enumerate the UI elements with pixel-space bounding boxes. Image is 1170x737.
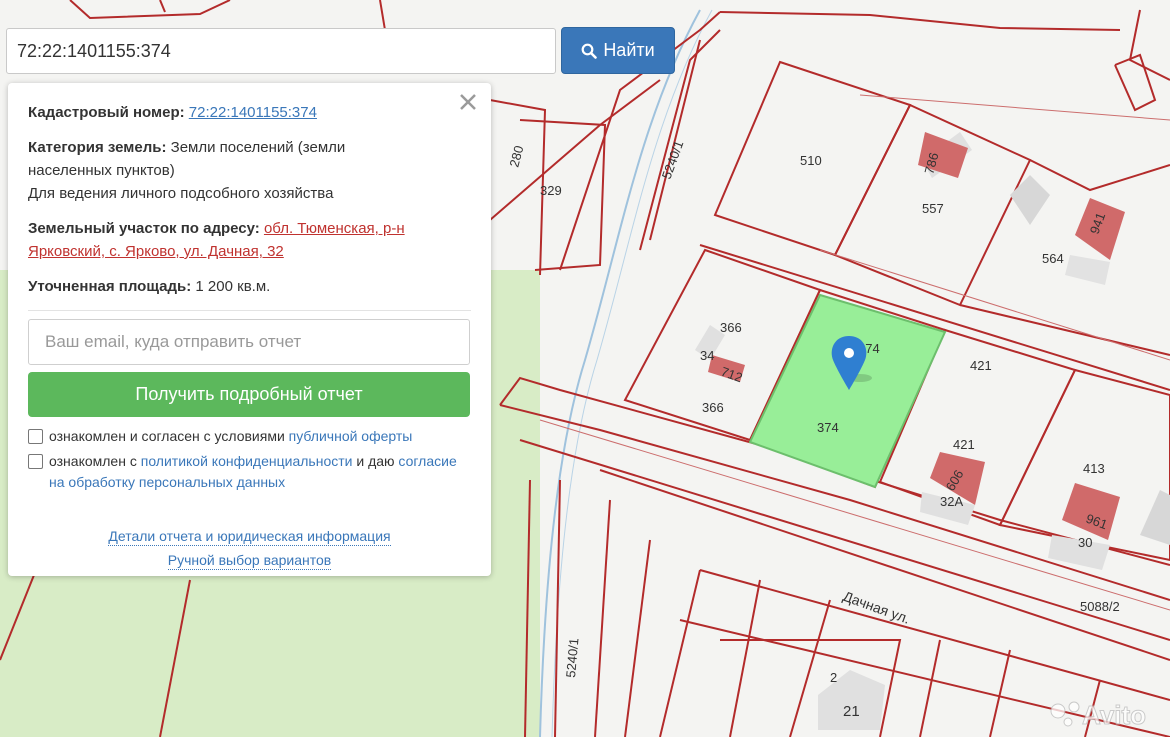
search-button-label: Найти bbox=[603, 40, 655, 60]
address-link-cont[interactable]: Ярковский, с. Ярково, ул. Дачная, 32 bbox=[28, 243, 284, 260]
cadastral-number-link[interactable]: 72:22:1401155:374 bbox=[189, 104, 317, 121]
manual-selection-link[interactable]: Ручной выбор вариантов bbox=[167, 551, 332, 570]
lot-label: 329 bbox=[540, 183, 562, 198]
area-value: 1 200 кв.м. bbox=[195, 278, 271, 295]
lot-label: 34 bbox=[700, 348, 714, 363]
close-icon[interactable] bbox=[457, 91, 479, 113]
parcel-info-panel: Кадастровый номер: 72:22:1401155:374 Кат… bbox=[8, 83, 491, 576]
land-category-row: Категория земель: Земли поселений (земли… bbox=[28, 136, 471, 205]
privacy-policy-link[interactable]: политикой конфиденциальности bbox=[141, 453, 353, 469]
get-report-button[interactable]: Получить подробный отчет bbox=[28, 372, 470, 417]
offer-consent-text: ознакомлен и согласен с условиями bbox=[49, 428, 285, 444]
svg-text:Avito: Avito bbox=[1082, 700, 1146, 730]
privacy-consent-row: ознакомлен с политикой конфиденциальност… bbox=[28, 451, 471, 493]
land-category-value-cont: населенных пунктов) bbox=[28, 162, 175, 179]
lot-label: 5088/2 bbox=[1080, 599, 1120, 614]
lot-label: 564 bbox=[1042, 251, 1064, 266]
lot-label: 413 bbox=[1083, 461, 1105, 476]
address-link[interactable]: обл. Тюменская, р-н bbox=[264, 220, 405, 237]
offer-consent-checkbox[interactable] bbox=[28, 429, 43, 444]
divider bbox=[28, 310, 471, 311]
address-row: Земельный участок по адресу: обл. Тюменс… bbox=[28, 217, 471, 263]
privacy-consent-checkbox[interactable] bbox=[28, 454, 43, 469]
lot-label: 510 bbox=[800, 153, 822, 168]
privacy-consent-text-cont: и даю bbox=[356, 453, 395, 469]
cadastral-number-label: Кадастровый номер: bbox=[28, 104, 185, 121]
public-offer-link[interactable]: публичной оферты bbox=[289, 428, 413, 444]
land-usage: Для ведения личного подсобного хозяйства bbox=[28, 185, 334, 202]
offer-consent-row: ознакомлен и согласен с условиями публич… bbox=[28, 426, 471, 447]
search-icon bbox=[581, 43, 598, 59]
email-input[interactable] bbox=[28, 319, 470, 365]
lot-label: 32А bbox=[940, 494, 963, 509]
area-row: Уточненная площадь: 1 200 кв.м. bbox=[28, 275, 471, 298]
land-category-label: Категория земель: bbox=[28, 139, 167, 156]
lot-label: 374 bbox=[817, 420, 839, 435]
lot-label: 2 bbox=[830, 670, 837, 685]
area-label: Уточненная площадь: bbox=[28, 278, 192, 295]
lot-label: 366 bbox=[702, 400, 724, 415]
privacy-consent-text: ознакомлен с bbox=[49, 453, 137, 469]
cadastral-search-input[interactable] bbox=[6, 28, 556, 74]
land-category-value: Земли поселений (земли bbox=[170, 139, 346, 156]
search-button[interactable]: Найти bbox=[561, 27, 675, 74]
report-details-link[interactable]: Детали отчета и юридическая информация bbox=[108, 527, 391, 546]
cadastral-number-row: Кадастровый номер: 72:22:1401155:374 bbox=[28, 101, 471, 124]
lot-label: 30 bbox=[1078, 535, 1092, 550]
lot-label: 21 bbox=[843, 703, 860, 720]
lot-label: 421 bbox=[953, 437, 975, 452]
address-label: Земельный участок по адресу: bbox=[28, 220, 260, 237]
lot-label: 557 bbox=[922, 201, 944, 216]
lot-label: 421 bbox=[970, 358, 992, 373]
lot-label: 366 bbox=[720, 320, 742, 335]
